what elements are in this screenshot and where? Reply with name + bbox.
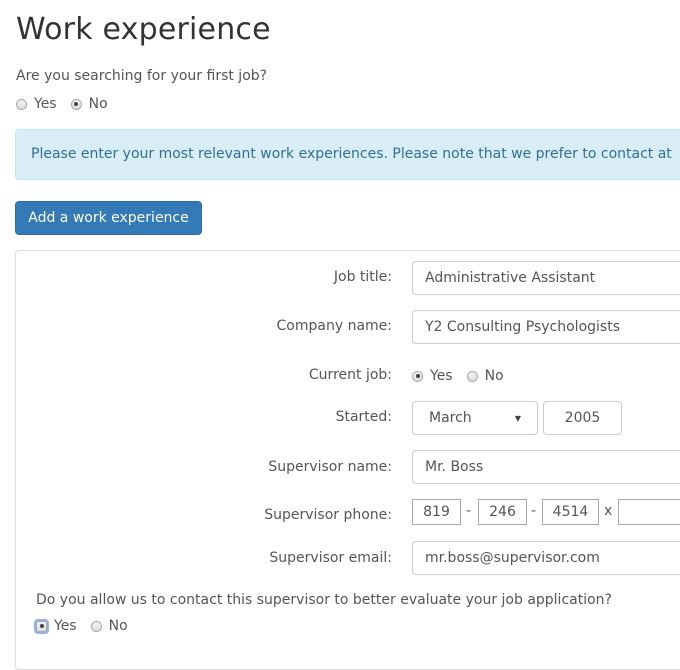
phone-extension-input[interactable] — [618, 499, 680, 525]
page-title: Work experience — [16, 12, 271, 47]
started-label: Started: — [335, 409, 392, 425]
phone-separator: - — [531, 503, 537, 519]
supervisor-phone-label: Supervisor phone: — [264, 507, 392, 523]
first-job-no-radio[interactable] — [70, 98, 82, 110]
contact-yes-label[interactable]: Yes — [54, 618, 77, 634]
contact-supervisor-question: Do you allow us to contact this supervis… — [36, 592, 612, 608]
company-name-label: Company name: — [276, 318, 392, 334]
current-job-no-label[interactable]: No — [485, 368, 504, 384]
supervisor-email-input[interactable]: mr.boss@supervisor.com — [412, 541, 680, 575]
started-month-select[interactable]: March ▼ — [412, 401, 538, 435]
started-month-value: March — [429, 410, 472, 426]
phone-prefix-input[interactable]: 246 — [478, 499, 527, 525]
first-job-radio-group: Yes No — [16, 96, 122, 112]
started-year-input[interactable]: 2005 — [543, 401, 622, 435]
phone-line-input[interactable]: 4514 — [542, 499, 599, 525]
add-work-experience-button[interactable]: Add a work experience — [15, 201, 202, 235]
contact-yes-radio[interactable] — [34, 618, 49, 634]
first-job-yes-label[interactable]: Yes — [34, 96, 57, 112]
info-alert: Please enter your most relevant work exp… — [15, 129, 680, 180]
current-job-label: Current job: — [308, 367, 392, 383]
contact-no-label[interactable]: No — [109, 618, 128, 634]
job-title-input[interactable]: Administrative Assistant — [412, 261, 680, 295]
current-job-yes-radio[interactable] — [412, 370, 423, 382]
contact-supervisor-radio-group: Yes No — [34, 618, 142, 634]
first-job-yes-radio[interactable] — [16, 98, 27, 110]
phone-extension-separator: x — [604, 503, 613, 519]
company-name-input[interactable]: Y2 Consulting Psychologists — [412, 310, 680, 344]
contact-no-radio[interactable] — [90, 620, 102, 632]
chevron-down-icon: ▼ — [514, 413, 521, 423]
current-job-radio-group: Yes No — [412, 368, 518, 384]
supervisor-name-label: Supervisor name: — [268, 459, 392, 475]
supervisor-email-label: Supervisor email: — [269, 550, 392, 566]
phone-area-code-input[interactable]: 819 — [412, 499, 461, 525]
job-title-label: Job title: — [333, 269, 392, 285]
current-job-yes-label[interactable]: Yes — [430, 368, 453, 384]
supervisor-name-input[interactable]: Mr. Boss — [412, 450, 680, 484]
first-job-question: Are you searching for your first job? — [16, 68, 268, 84]
current-job-no-radio[interactable] — [466, 370, 478, 382]
phone-separator: - — [466, 503, 472, 519]
first-job-no-label[interactable]: No — [89, 96, 108, 112]
